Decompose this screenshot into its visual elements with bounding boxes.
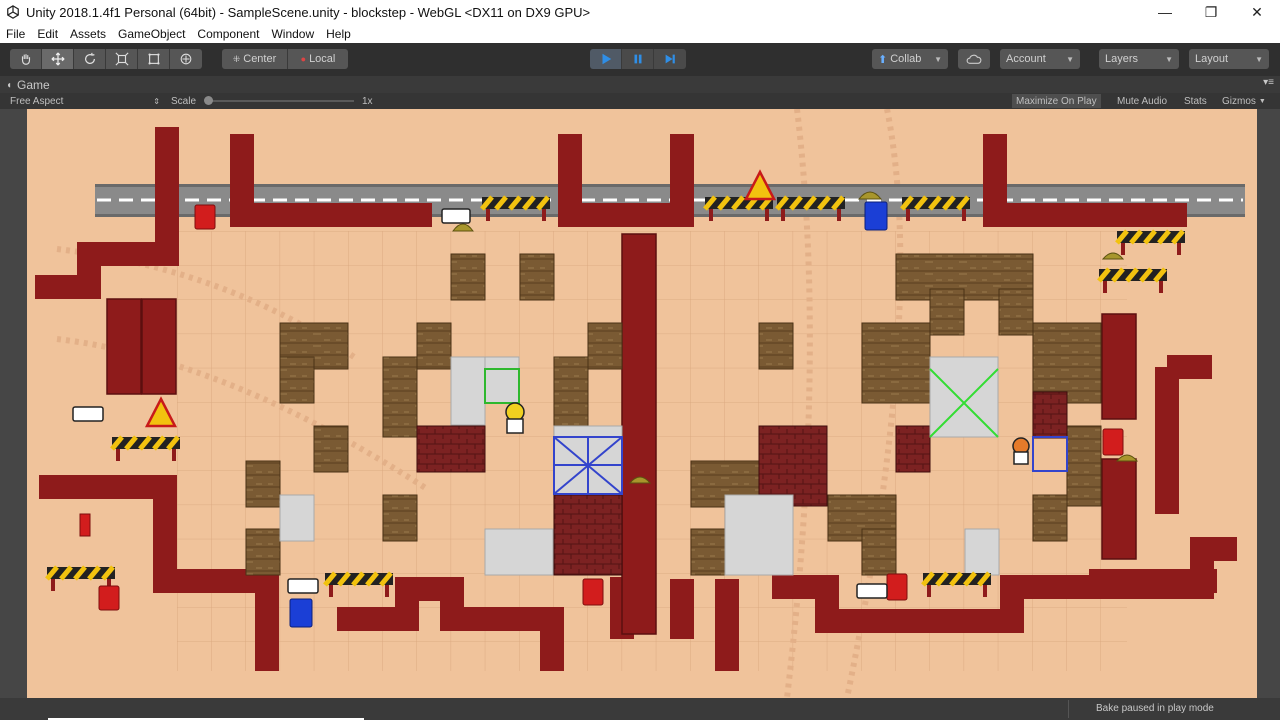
menu-gameobject[interactable]: GameObject bbox=[112, 27, 191, 41]
rotate-icon bbox=[84, 52, 95, 64]
account-dropdown[interactable]: Account ▼ bbox=[1000, 49, 1080, 69]
collab-label: Collab bbox=[890, 53, 922, 65]
cloud-icon bbox=[966, 54, 982, 64]
game-tab-icon: ◖ bbox=[6, 79, 13, 91]
step-button[interactable] bbox=[654, 49, 686, 69]
pivot-toggles: ⁜ Center ● Local bbox=[222, 49, 348, 69]
step-icon bbox=[665, 54, 675, 64]
layers-label: Layers bbox=[1105, 53, 1139, 65]
rotate-tool-button[interactable] bbox=[74, 49, 106, 69]
transform-tool-button[interactable] bbox=[170, 49, 202, 69]
transform-icon bbox=[180, 53, 192, 65]
chevron-down-icon: ▼ bbox=[1255, 54, 1263, 64]
scale-slider-thumb[interactable] bbox=[204, 96, 213, 105]
play-button[interactable] bbox=[590, 49, 622, 69]
scale-tool-button[interactable] bbox=[106, 49, 138, 69]
fire-hydrant bbox=[79, 513, 91, 537]
pause-button[interactable] bbox=[622, 49, 654, 69]
chevron-down-icon: ▼ bbox=[1165, 54, 1173, 64]
menu-edit[interactable]: Edit bbox=[31, 27, 64, 41]
player-character bbox=[505, 402, 525, 434]
pivot-center-label: Center bbox=[243, 53, 277, 65]
pivot-center-icon: ⁜ bbox=[232, 53, 241, 64]
game-control-bar: Free Aspect ⇕ Scale 1x Maximize On Play … bbox=[0, 93, 1280, 109]
rect-tool-button[interactable] bbox=[138, 49, 170, 69]
menu-component[interactable]: Component bbox=[191, 27, 265, 41]
main-toolbar: ⁜ Center ● Local ⬆ Collab ▼ Account ▼ La… bbox=[0, 43, 1280, 76]
game-scene bbox=[35, 109, 1245, 698]
account-label: Account bbox=[1006, 53, 1046, 65]
menu-help[interactable]: Help bbox=[320, 27, 357, 41]
tab-game[interactable]: ◖ Game bbox=[6, 77, 50, 93]
layout-label: Layout bbox=[1195, 53, 1229, 65]
rect-icon bbox=[147, 53, 160, 65]
status-bar: Bake paused in play mode bbox=[0, 698, 1280, 720]
worker-character bbox=[1012, 437, 1030, 465]
playback-controls bbox=[590, 49, 686, 69]
mute-audio-toggle[interactable]: Mute Audio bbox=[1117, 94, 1167, 108]
unity-logo-icon bbox=[7, 5, 19, 19]
minimize-button[interactable]: — bbox=[1142, 0, 1188, 24]
play-icon bbox=[602, 53, 611, 65]
scale-slider-track bbox=[208, 100, 354, 102]
collab-dropdown[interactable]: ⬆ Collab ▼ bbox=[872, 49, 948, 69]
aspect-label: Free Aspect bbox=[10, 95, 64, 107]
pivot-local-button[interactable]: ● Local bbox=[288, 49, 348, 69]
status-message: Bake paused in play mode bbox=[1096, 703, 1214, 714]
collab-icon: ⬆ bbox=[878, 53, 888, 66]
hand-tool-button[interactable] bbox=[10, 49, 42, 69]
game-tab-label: Game bbox=[17, 78, 50, 92]
hand-icon bbox=[21, 54, 30, 65]
panel-menu-icon[interactable]: ▾≡ bbox=[1263, 77, 1274, 88]
stats-toggle[interactable]: Stats bbox=[1184, 94, 1207, 108]
scale-slider[interactable] bbox=[204, 94, 354, 108]
gizmos-label: Gizmos bbox=[1222, 95, 1256, 107]
menu-bar: File Edit Assets GameObject Component Wi… bbox=[0, 24, 1280, 43]
window-titlebar: Unity 2018.1.4f1 Personal (64bit) - Samp… bbox=[0, 0, 1280, 24]
pivot-local-icon: ● bbox=[300, 54, 307, 64]
aspect-dropdown[interactable]: Free Aspect ⇕ bbox=[10, 94, 160, 108]
scale-label: Scale bbox=[171, 95, 197, 107]
scale-icon bbox=[114, 52, 129, 66]
layout-dropdown[interactable]: Layout ▼ bbox=[1189, 49, 1269, 69]
gizmos-dropdown[interactable]: Gizmos ▼ bbox=[1222, 94, 1266, 108]
pivot-local-label: Local bbox=[309, 53, 336, 65]
window-title: Unity 2018.1.4f1 Personal (64bit) - Samp… bbox=[26, 4, 591, 20]
game-tab-bar: ◖ Game ▾≡ bbox=[0, 76, 1280, 93]
chevron-updown-icon: ⇕ bbox=[153, 96, 160, 106]
layers-dropdown[interactable]: Layers ▼ bbox=[1099, 49, 1179, 69]
pause-icon bbox=[634, 54, 641, 64]
chevron-down-icon: ▼ bbox=[1258, 97, 1266, 105]
menu-assets[interactable]: Assets bbox=[64, 27, 112, 41]
chevron-down-icon: ▼ bbox=[1066, 54, 1074, 64]
maximize-on-play-toggle[interactable]: Maximize On Play bbox=[1012, 94, 1101, 108]
menu-window[interactable]: Window bbox=[265, 27, 320, 41]
scale-value: 1x bbox=[362, 95, 373, 107]
move-tool-button[interactable] bbox=[42, 49, 74, 69]
chevron-down-icon: ▼ bbox=[934, 54, 942, 64]
maximize-button[interactable]: ❐ bbox=[1188, 0, 1234, 24]
transform-tools bbox=[10, 49, 202, 69]
move-icon bbox=[50, 52, 65, 66]
close-button[interactable]: ✕ bbox=[1234, 0, 1280, 24]
menu-file[interactable]: File bbox=[0, 27, 31, 41]
game-view[interactable] bbox=[27, 109, 1257, 698]
pivot-center-button[interactable]: ⁜ Center bbox=[222, 49, 288, 69]
cloud-button[interactable] bbox=[958, 49, 990, 69]
